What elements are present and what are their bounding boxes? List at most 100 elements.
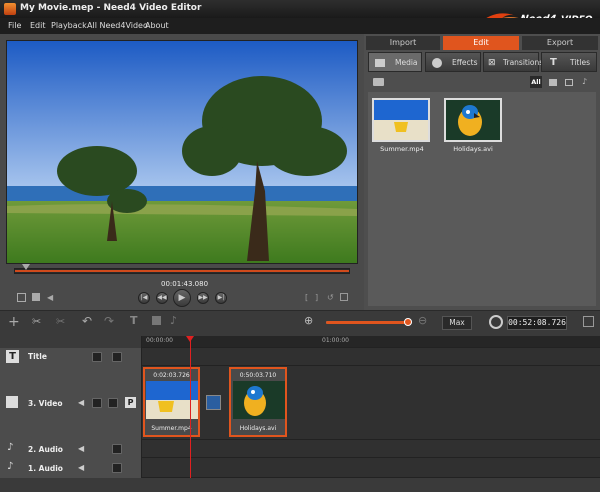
menu-about[interactable]: About xyxy=(145,21,169,30)
film-icon xyxy=(6,396,18,408)
track-head-audio-2: ♪ 2. Audio ◀ xyxy=(0,440,142,458)
filter-all-button[interactable]: All xyxy=(530,76,542,88)
zoom-slider-handle[interactable] xyxy=(404,318,412,326)
parrot-thumbnail-icon xyxy=(446,100,500,140)
undo-icon[interactable]: ↶ xyxy=(82,314,92,328)
track-head-title: T Title xyxy=(0,348,142,366)
subtab-titles-label: Titles xyxy=(570,58,590,67)
filter-video-icon[interactable] xyxy=(565,79,573,86)
mark-out-icon[interactable]: ] xyxy=(315,293,318,302)
tab-import[interactable]: Import xyxy=(366,36,440,50)
crop-icon[interactable] xyxy=(340,293,348,301)
rotate-icon[interactable]: ↺ xyxy=(327,293,334,302)
play-button[interactable]: ▶ xyxy=(173,289,191,307)
clip-holidays[interactable]: 0:50:03.710 Holidays.avi xyxy=(229,367,287,437)
add-icon[interactable]: + xyxy=(8,314,20,330)
preview-timecode: 00:01:43.080 xyxy=(161,280,209,288)
scrub-bar[interactable] xyxy=(14,268,350,274)
media-icon xyxy=(375,59,385,67)
ruler-head-spacer xyxy=(0,336,142,348)
track-visibility-icon[interactable] xyxy=(92,398,102,408)
subtab-effects[interactable]: Effects xyxy=(425,52,481,72)
cut-icon[interactable]: ✂ xyxy=(32,315,41,328)
clip-name: Holidays.avi xyxy=(239,425,277,432)
zoom-slider[interactable] xyxy=(326,318,412,326)
subtab-media-label: Media xyxy=(395,58,418,67)
ruler-mark: 01:00:00 xyxy=(322,337,349,344)
subtab-transitions-label: Transitions xyxy=(503,58,544,67)
menu-playback[interactable]: Playback xyxy=(51,21,87,30)
track-name-title: Title xyxy=(28,352,47,361)
menu-file[interactable]: File xyxy=(8,21,21,30)
zoom-max-button[interactable]: Max xyxy=(442,316,472,330)
media-label-summer: Summer.mp4 xyxy=(380,145,424,153)
audio-note-icon: ♪ xyxy=(7,461,14,472)
clip-summer[interactable]: 0:02:03.726 Summer.mp4 xyxy=(143,367,200,437)
app-icon xyxy=(4,3,16,15)
subtab-titles[interactable]: T Titles xyxy=(541,52,597,72)
track-name-video: 3. Video xyxy=(28,399,63,408)
ruler-start: 00:00:00 xyxy=(146,337,173,344)
media-thumb-summer[interactable] xyxy=(372,98,430,142)
effects-icon xyxy=(432,58,442,68)
prev-clip-button[interactable]: |◀ xyxy=(138,292,150,304)
add-title-icon[interactable]: T xyxy=(130,314,138,327)
playhead-marker-icon[interactable] xyxy=(22,264,30,270)
track-settings-icon[interactable] xyxy=(112,463,122,473)
video-preview xyxy=(6,40,358,264)
redo-icon[interactable]: ↷ xyxy=(104,314,114,328)
filter-audio-icon[interactable]: ♪ xyxy=(582,77,587,86)
track-name-audio-1: 1. Audio xyxy=(28,464,63,473)
title-track-icon: T xyxy=(6,350,19,363)
media-thumb-holidays[interactable] xyxy=(444,98,502,142)
next-clip-button[interactable]: ▶| xyxy=(215,292,227,304)
subtab-effects-label: Effects xyxy=(452,58,478,67)
audio-tool-icon[interactable]: ♪ xyxy=(170,314,177,327)
track-p-icon[interactable]: P xyxy=(125,397,136,408)
media-label-holidays: Holidays.avi xyxy=(453,145,493,153)
playhead-handle-icon[interactable] xyxy=(186,336,194,342)
track-settings-icon[interactable] xyxy=(112,444,122,454)
timeline-ruler[interactable]: 00:00:00 01:00:00 xyxy=(142,336,600,348)
fast-forward-button[interactable]: ▶▶ xyxy=(197,292,209,304)
menu-edit[interactable]: Edit xyxy=(30,21,46,30)
menu-bar: File Edit Playback All Need4Video About xyxy=(0,18,600,34)
timeline-playhead[interactable] xyxy=(190,336,191,478)
split-icon[interactable]: ✂ xyxy=(56,315,65,328)
zoom-out-icon[interactable]: ⊖ xyxy=(418,314,427,327)
tab-export[interactable]: Export xyxy=(522,36,598,50)
scrub-progress xyxy=(15,270,349,272)
clock-icon xyxy=(489,315,503,329)
track-mute-icon[interactable]: ◀ xyxy=(78,398,84,407)
track-settings-icon[interactable] xyxy=(112,352,122,362)
window-title: My Movie.mep - Need4 Video Editor xyxy=(20,3,202,13)
duration-display: 00:52:08.726 xyxy=(507,316,567,330)
track-name-audio-2: 2. Audio xyxy=(28,445,63,454)
track-mute-icon[interactable]: ◀ xyxy=(78,463,84,472)
track-head-audio-1: ♪ 1. Audio ◀ xyxy=(0,458,142,478)
subtab-media[interactable]: Media xyxy=(368,52,422,72)
filter-image-icon[interactable] xyxy=(549,79,557,86)
menu-all-need4video[interactable]: All Need4Video xyxy=(87,21,148,30)
rewind-button[interactable]: ◀◀ xyxy=(156,292,168,304)
beach-thumbnail-icon xyxy=(374,100,428,140)
grid-icon[interactable] xyxy=(152,316,161,325)
subtab-transitions[interactable]: ⊠ Transitions xyxy=(483,52,543,72)
track-visibility-icon[interactable] xyxy=(92,352,102,362)
transition-marker-icon[interactable] xyxy=(206,395,221,410)
zoom-in-icon[interactable]: ⊕ xyxy=(304,314,313,327)
folder-icon[interactable] xyxy=(373,78,384,86)
preview-frame-image xyxy=(7,41,357,263)
stop-icon[interactable] xyxy=(32,293,40,301)
clip-duration: 0:50:03.710 xyxy=(239,372,277,379)
fit-icon[interactable] xyxy=(583,316,594,327)
titles-icon: T xyxy=(550,57,557,68)
volume-icon[interactable]: ◀ xyxy=(47,293,53,302)
track-head-video: 3. Video ◀ P xyxy=(0,366,142,440)
mark-in-icon[interactable]: [ xyxy=(305,293,308,302)
tab-edit[interactable]: Edit xyxy=(443,36,519,50)
audio-note-icon: ♪ xyxy=(7,442,14,453)
track-settings-icon[interactable] xyxy=(108,398,118,408)
fullscreen-icon[interactable] xyxy=(17,293,26,302)
track-mute-icon[interactable]: ◀ xyxy=(78,444,84,453)
